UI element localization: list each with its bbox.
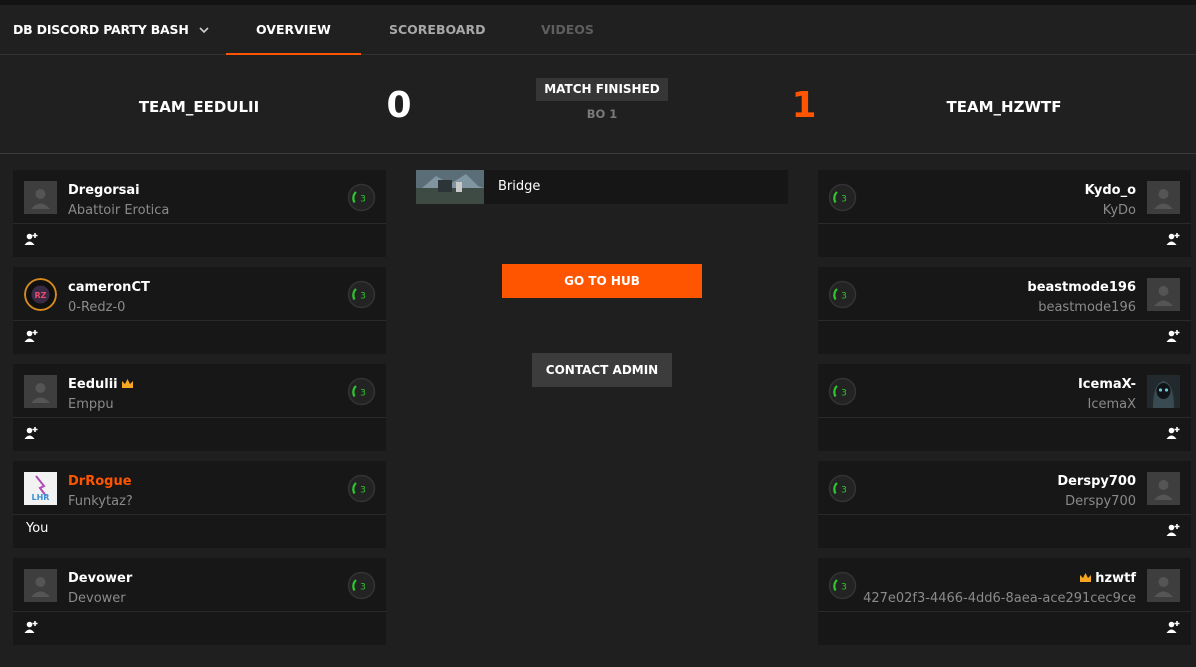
player-card[interactable]: 3 beastmode196 beastmode196 <box>818 267 1191 354</box>
you-label: You <box>26 521 49 536</box>
score-header: TEAM_EEDULII 0 MATCH FINISHED BO 1 1 TEA… <box>0 56 1196 154</box>
skill-level-value: 3 <box>841 486 847 496</box>
skill-level-icon: 3 <box>828 571 857 600</box>
player-name-row: Eedulii <box>68 377 137 392</box>
avatar[interactable] <box>1147 569 1180 602</box>
player-card[interactable]: RZ cameronCT 0-Redz-0 3 <box>13 267 386 354</box>
svg-text:RZ: RZ <box>35 291 47 300</box>
avatar[interactable] <box>1147 181 1180 214</box>
match-nav: DB DISCORD PARTY BASH OVERVIEW SCOREBOAR… <box>0 5 1196 55</box>
skill-level-icon: 3 <box>828 183 857 212</box>
skill-level-value: 3 <box>360 195 366 205</box>
skill-level-value: 3 <box>360 292 366 302</box>
team2-name[interactable]: TEAM_HZWTF <box>904 98 1104 116</box>
add-friend-icon[interactable] <box>24 232 38 246</box>
player-name[interactable]: DrRogue <box>68 474 132 489</box>
player-game-name: Devower <box>68 591 126 606</box>
player-card[interactable]: Dregorsai Abattoir Erotica 3 <box>13 170 386 257</box>
avatar[interactable] <box>1147 375 1180 408</box>
skill-level-value: 3 <box>360 389 366 399</box>
team1-score: 0 <box>386 85 412 126</box>
team2-score: 1 <box>791 85 817 126</box>
player-name[interactable]: Dregorsai <box>68 183 140 198</box>
crown-icon <box>121 379 133 388</box>
skill-level-value: 3 <box>841 195 847 205</box>
avatar[interactable] <box>1147 278 1180 311</box>
player-card[interactable]: LHR DrRogue Funkytaz? 3 You <box>13 461 386 548</box>
player-game-name: Emppu <box>68 397 114 412</box>
player-card[interactable]: Eedulii Emppu 3 <box>13 364 386 451</box>
player-name[interactable]: Derspy700 <box>1057 474 1136 489</box>
chevron-down-icon[interactable] <box>197 23 211 37</box>
player-card[interactable]: 3 Kydo_o KyDo <box>818 170 1191 257</box>
crown-icon <box>1080 573 1092 582</box>
player-name[interactable]: beastmode196 <box>1027 280 1136 295</box>
player-game-name: IcemaX <box>1087 397 1136 412</box>
avatar[interactable] <box>24 569 57 602</box>
skill-level-icon: 3 <box>347 183 376 212</box>
player-game-name: Funkytaz? <box>68 494 133 509</box>
avatar[interactable]: RZ <box>24 278 57 311</box>
player-game-name: Derspy700 <box>1065 494 1136 509</box>
match-format: BO 1 <box>586 107 618 121</box>
add-friend-icon[interactable] <box>1166 426 1180 440</box>
skill-level-icon: 3 <box>828 280 857 309</box>
skill-level-value: 3 <box>841 292 847 302</box>
add-friend-icon[interactable] <box>1166 620 1180 634</box>
player-name[interactable]: Eedulii <box>68 377 118 392</box>
player-name[interactable]: Kydo_o <box>1085 183 1136 198</box>
map-thumbnail <box>416 170 484 204</box>
skill-level-value: 3 <box>360 486 366 496</box>
player-game-name: beastmode196 <box>1038 300 1136 315</box>
player-game-name: 0-Redz-0 <box>68 300 126 315</box>
skill-level-icon: 3 <box>347 280 376 309</box>
avatar[interactable]: LHR <box>24 472 57 505</box>
player-name[interactable]: Devower <box>68 571 132 586</box>
skill-level-value: 3 <box>841 389 847 399</box>
competition-title[interactable]: DB DISCORD PARTY BASH <box>13 5 189 55</box>
player-card[interactable]: 3 hzwtf 427e02f3-4466-4dd6-8aea-ace291ce… <box>818 558 1191 645</box>
avatar[interactable] <box>1147 472 1180 505</box>
map-panel: Bridge <box>416 170 788 204</box>
tab-videos[interactable]: VIDEOS <box>541 5 594 55</box>
map-name: Bridge <box>498 179 541 194</box>
skill-level-icon: 3 <box>347 571 376 600</box>
player-game-name: KyDo <box>1102 203 1136 218</box>
skill-level-value: 3 <box>360 583 366 593</box>
add-friend-icon[interactable] <box>24 329 38 343</box>
player-game-name: 427e02f3-4466-4dd6-8aea-ace291cec9ce <box>863 591 1136 606</box>
player-card[interactable]: 3 IcemaX- IcemaX <box>818 364 1191 451</box>
tab-overview[interactable]: OVERVIEW <box>226 5 361 55</box>
player-game-name: Abattoir Erotica <box>68 203 170 218</box>
add-friend-icon[interactable] <box>1166 523 1180 537</box>
skill-level-value: 3 <box>841 583 847 593</box>
tab-scoreboard[interactable]: SCOREBOARD <box>389 5 485 55</box>
skill-level-icon: 3 <box>828 377 857 406</box>
player-card[interactable]: 3 Derspy700 Derspy700 <box>818 461 1191 548</box>
match-status-badge: MATCH FINISHED <box>536 78 668 101</box>
go-to-hub-button[interactable]: GO TO HUB <box>502 264 702 298</box>
player-card[interactable]: Devower Devower 3 <box>13 558 386 645</box>
add-friend-icon[interactable] <box>1166 329 1180 343</box>
skill-level-icon: 3 <box>347 377 376 406</box>
add-friend-icon[interactable] <box>24 620 38 634</box>
player-name[interactable]: hzwtf <box>1095 571 1136 586</box>
add-friend-icon[interactable] <box>24 426 38 440</box>
contact-admin-button[interactable]: CONTACT ADMIN <box>532 353 672 387</box>
player-name[interactable]: IcemaX- <box>1078 377 1136 392</box>
player-name-row: hzwtf <box>1076 571 1136 586</box>
player-name[interactable]: cameronCT <box>68 280 150 295</box>
avatar[interactable] <box>24 181 57 214</box>
add-friend-icon[interactable] <box>1166 232 1180 246</box>
avatar[interactable] <box>24 375 57 408</box>
skill-level-icon: 3 <box>347 474 376 503</box>
svg-text:LHR: LHR <box>32 493 50 502</box>
skill-level-icon: 3 <box>828 474 857 503</box>
team1-name[interactable]: TEAM_EEDULII <box>99 98 299 116</box>
